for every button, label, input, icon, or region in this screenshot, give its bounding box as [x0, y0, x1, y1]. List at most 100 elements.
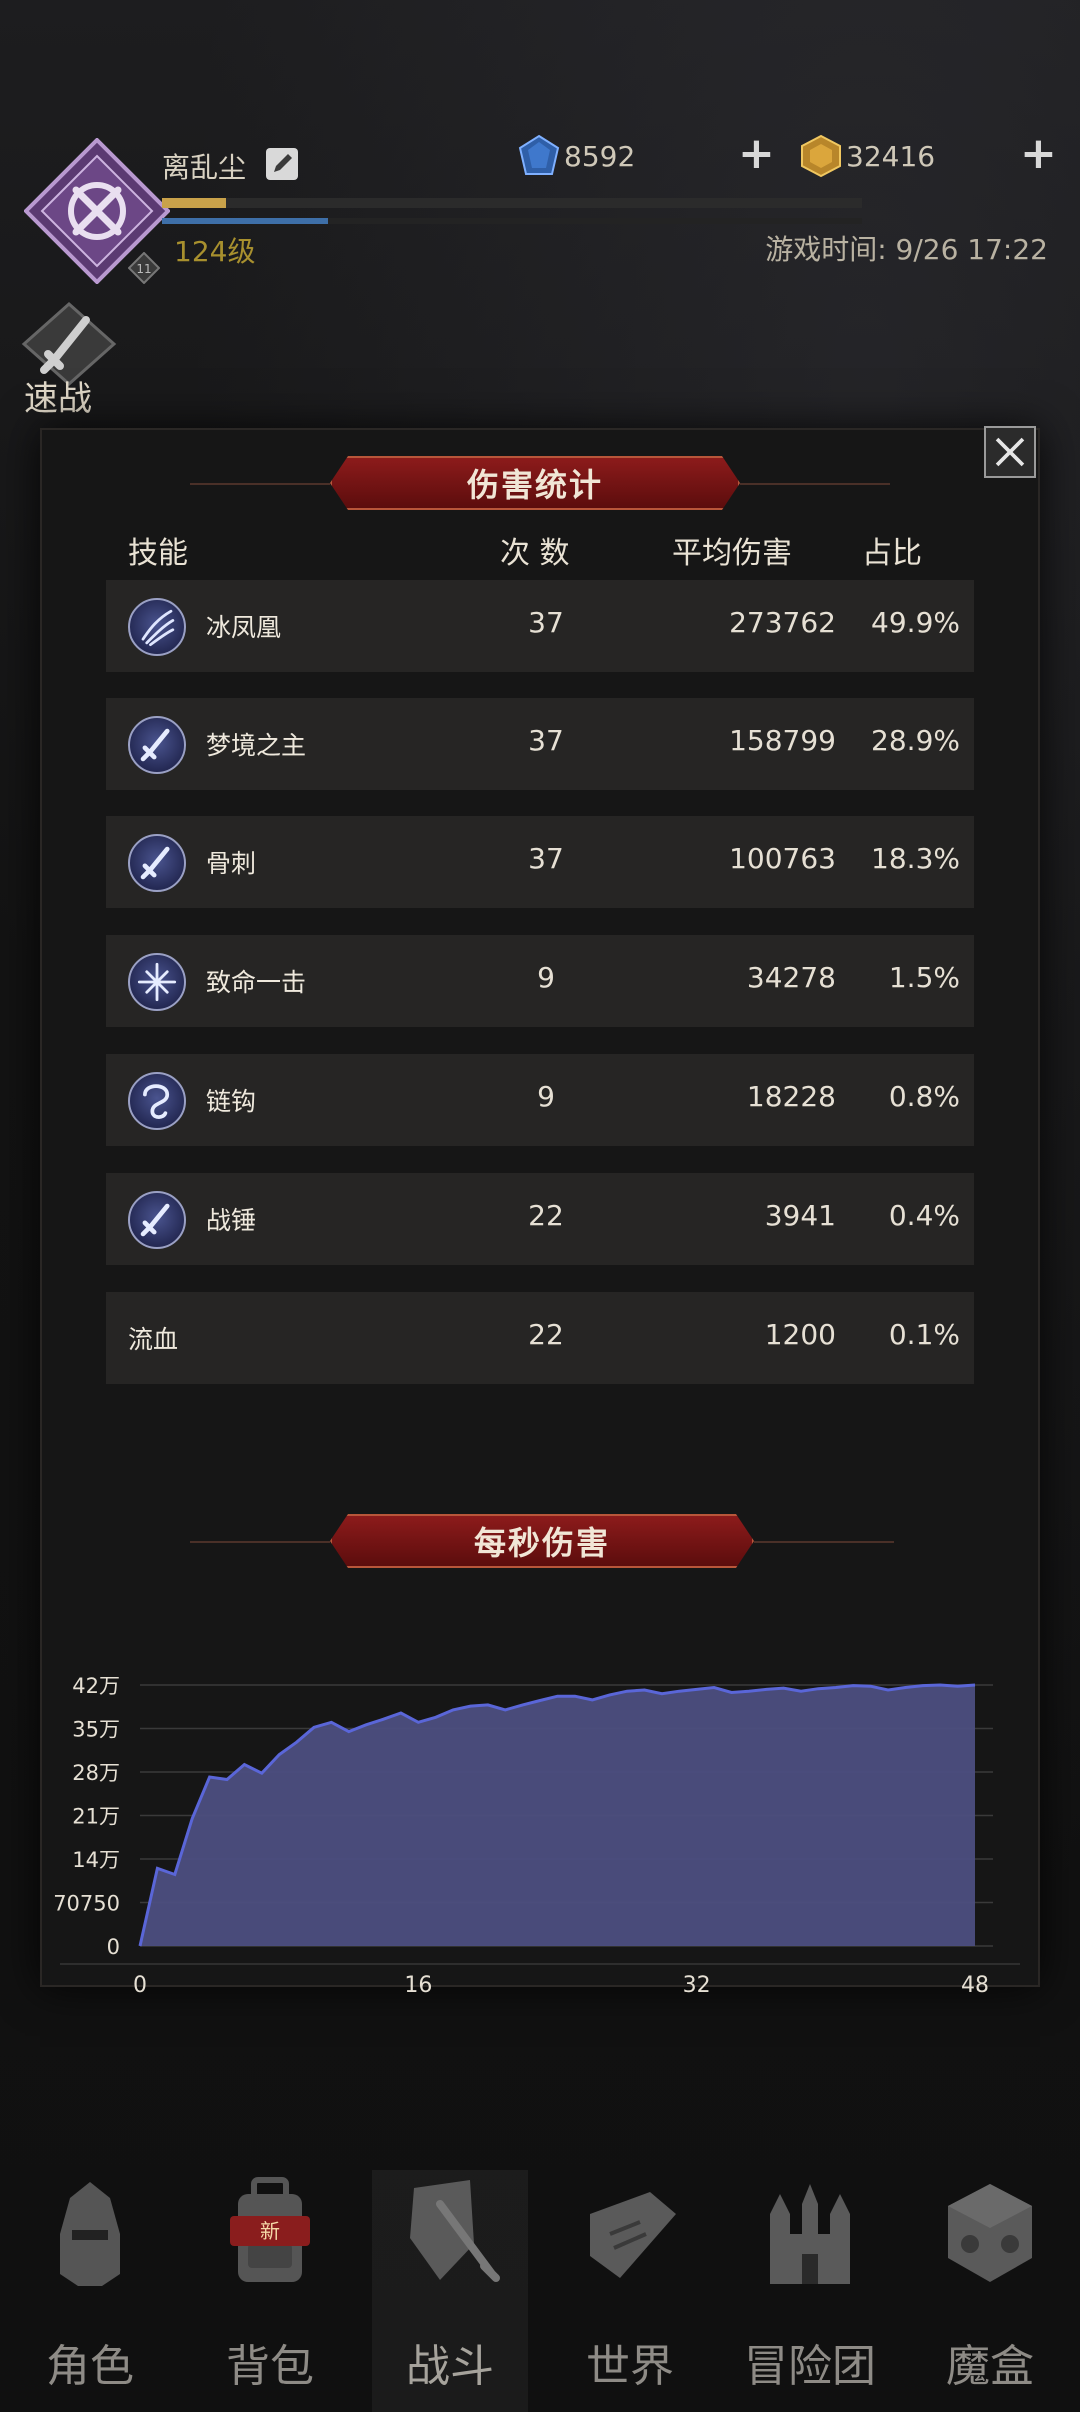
close-icon: [995, 437, 1025, 467]
table-row: 战锤 22 3941 0.4%: [106, 1173, 974, 1265]
player-level: 124级: [174, 235, 256, 268]
skill-count: 22: [528, 1199, 564, 1232]
critical-strike-icon: [128, 953, 186, 1011]
skill-name: 冰凤凰: [206, 613, 282, 642]
skill-share: 0.4%: [888, 1199, 960, 1232]
gem-count: 8592: [564, 139, 636, 173]
table-row: 骨刺 37 100763 18.3%: [106, 816, 974, 908]
nav-item-character[interactable]: 角色: [0, 2170, 180, 2412]
skill-count: 22: [528, 1318, 564, 1351]
nav-item-backpack[interactable]: 新 背包: [180, 2170, 360, 2412]
quick-battle-label: 速战: [24, 379, 92, 419]
gem-add-button[interactable]: +: [738, 132, 778, 178]
y-tick-label: 28万: [72, 1761, 120, 1785]
dps-chart: 0 70750 14万 21万 28万 35万 42万 0 16 32 48: [53, 1674, 1020, 1998]
skill-avg-damage: 3941: [764, 1199, 836, 1232]
skill-name: 战锤: [206, 1206, 257, 1235]
table-row: 梦境之主 37 158799 28.9%: [106, 698, 974, 790]
dps-title: 每秒伤害: [330, 1514, 754, 1568]
nav-label: 魔盒: [946, 2341, 1034, 2392]
damage-stats-title: 伤害统计: [330, 456, 740, 510]
chain-hook-icon: [128, 1072, 186, 1130]
helmet-icon: [60, 2182, 120, 2286]
blue-gem-icon: [518, 134, 560, 175]
y-tick-label: 14万: [72, 1848, 120, 1872]
skill-avg-damage: 273762: [729, 606, 836, 639]
skill-share: 28.9%: [871, 724, 960, 757]
skill-avg-damage: 100763: [729, 842, 836, 875]
table-row: 流血 22 1200 0.1%: [106, 1292, 974, 1384]
nav-item-adventure-group[interactable]: 冒险团: [720, 2170, 900, 2412]
nav-label: 战斗: [406, 2341, 494, 2392]
edit-name-icon[interactable]: [264, 146, 300, 182]
y-tick-label: 35万: [72, 1718, 120, 1742]
rank-badge: 11: [127, 251, 161, 285]
skill-share: 49.9%: [871, 606, 960, 639]
x-tick-label: 32: [683, 1973, 711, 1998]
column-share: 占比: [862, 536, 922, 571]
close-button[interactable]: [984, 426, 1036, 478]
gold-gem-icon: [801, 134, 841, 178]
y-tick-label: 70750: [53, 1892, 120, 1916]
x-tick-label: 0: [133, 1973, 147, 1998]
dagger-icon: [128, 834, 186, 892]
nav-item-magic-box[interactable]: 魔盒: [900, 2170, 1080, 2412]
title-divider-right: [740, 483, 890, 485]
skill-name: 流血: [128, 1325, 179, 1354]
title-divider-left: [190, 483, 330, 485]
gem-currency: 8592: [518, 134, 635, 178]
x-tick-label: 48: [961, 1973, 989, 1998]
skill-name: 致命一击: [206, 968, 307, 997]
player-name: 离乱尘: [162, 151, 247, 184]
skill-count: 37: [528, 606, 564, 639]
skill-avg-damage: 18228: [746, 1080, 836, 1113]
x-tick-label: 16: [404, 1973, 432, 1998]
table-row: 冰凤凰 37 273762 49.9%: [106, 580, 974, 672]
skill-count: 37: [528, 842, 564, 875]
skill-share: 1.5%: [888, 961, 960, 994]
castle-icon: [770, 2184, 850, 2284]
magic-cube-icon: [948, 2184, 1032, 2282]
column-count: 次 数: [500, 536, 570, 571]
skill-avg-damage: 158799: [729, 724, 836, 757]
column-skill: 技能: [128, 536, 188, 571]
skill-count: 37: [528, 724, 564, 757]
skill-share: 18.3%: [871, 842, 960, 875]
dps-divider-right: [754, 1541, 894, 1543]
y-tick-label: 0: [107, 1935, 120, 1959]
dagger-icon: [128, 1191, 186, 1249]
y-tick-label: 21万: [72, 1805, 120, 1829]
exp-bar: [162, 198, 862, 208]
table-row: 致命一击 9 34278 1.5%: [106, 935, 974, 1027]
gold-currency: 32416: [800, 134, 935, 178]
rank-text: 11: [136, 262, 151, 276]
nav-label: 角色: [46, 2341, 134, 2392]
dagger-icon: [128, 716, 186, 774]
new-badge: 新: [230, 2216, 310, 2246]
quick-battle-button[interactable]: 速战: [14, 300, 124, 420]
nav-label: 背包: [226, 2341, 314, 2392]
energy-bar: [162, 218, 862, 224]
ice-phoenix-icon: [128, 598, 186, 656]
dps-title-text: 每秒伤害: [473, 1524, 610, 1562]
panel-title-text: 伤害统计: [466, 466, 603, 504]
dps-area: [140, 1685, 975, 1946]
nav-item-world[interactable]: 世界: [540, 2170, 720, 2412]
nav-item-battle[interactable]: 战斗: [372, 2170, 528, 2412]
nav-label: 世界: [586, 2341, 674, 2392]
shield-sword-icon: [410, 2180, 500, 2282]
y-tick-label: 42万: [72, 1674, 120, 1698]
skill-count: 9: [537, 1080, 555, 1113]
nav-label: 冒险团: [744, 2341, 876, 2392]
column-avg-damage: 平均伤害: [672, 536, 792, 571]
gold-count: 32416: [846, 139, 936, 173]
gold-add-button[interactable]: +: [1020, 132, 1060, 178]
skill-count: 9: [537, 961, 555, 994]
skill-name: 骨刺: [206, 849, 257, 878]
skill-avg-damage: 34278: [746, 961, 836, 994]
dps-divider-left: [190, 1541, 330, 1543]
game-time: 游戏时间: 9/26 17:22: [765, 233, 1048, 266]
skill-share: 0.8%: [888, 1080, 960, 1113]
skill-avg-damage: 1200: [764, 1318, 836, 1351]
skill-share: 0.1%: [888, 1318, 960, 1351]
